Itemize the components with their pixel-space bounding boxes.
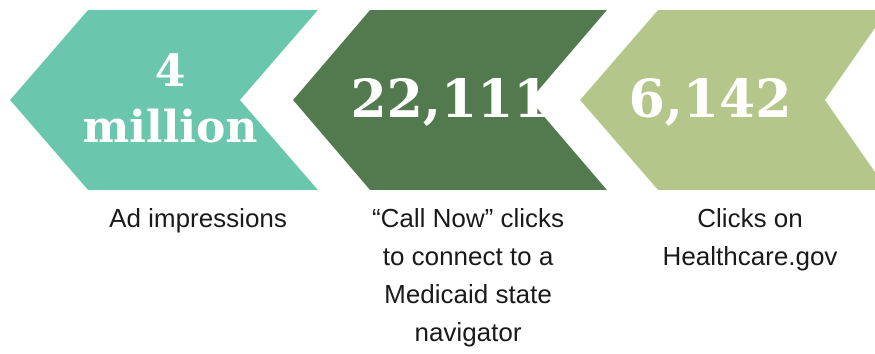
stat-value-1: 4 million [60,44,280,156]
stat-caption-3-line-1: Clicks on [697,203,803,233]
stat-caption-3: Clicks on Healthcare.gov [620,199,875,275]
stat-value-3: 6,142 [600,74,820,126]
stat-caption-2-line-1: “Call Now” clicks [371,203,565,233]
stat-value-3-line-1: 6,142 [628,69,792,130]
stat-caption-2-line-3: Medicaid state [384,279,552,309]
stat-caption-3-line-2: Healthcare.gov [662,241,838,271]
stat-caption-2: “Call Now” clicks to connect to a Medica… [338,199,598,351]
stat-caption-1: Ad impressions [68,199,328,237]
stat-caption-2-line-4: navigator [414,317,522,347]
stat-value-1-line-2: million [82,102,258,153]
stat-caption-2-line-2: to connect to a [382,241,554,271]
stat-caption-1-line-1: Ad impressions [109,203,287,233]
stat-value-1-line-1: 4 [154,46,186,97]
stat-value-2-line-1: 22,111 [350,69,550,130]
stat-value-2: 22,111 [340,74,560,126]
